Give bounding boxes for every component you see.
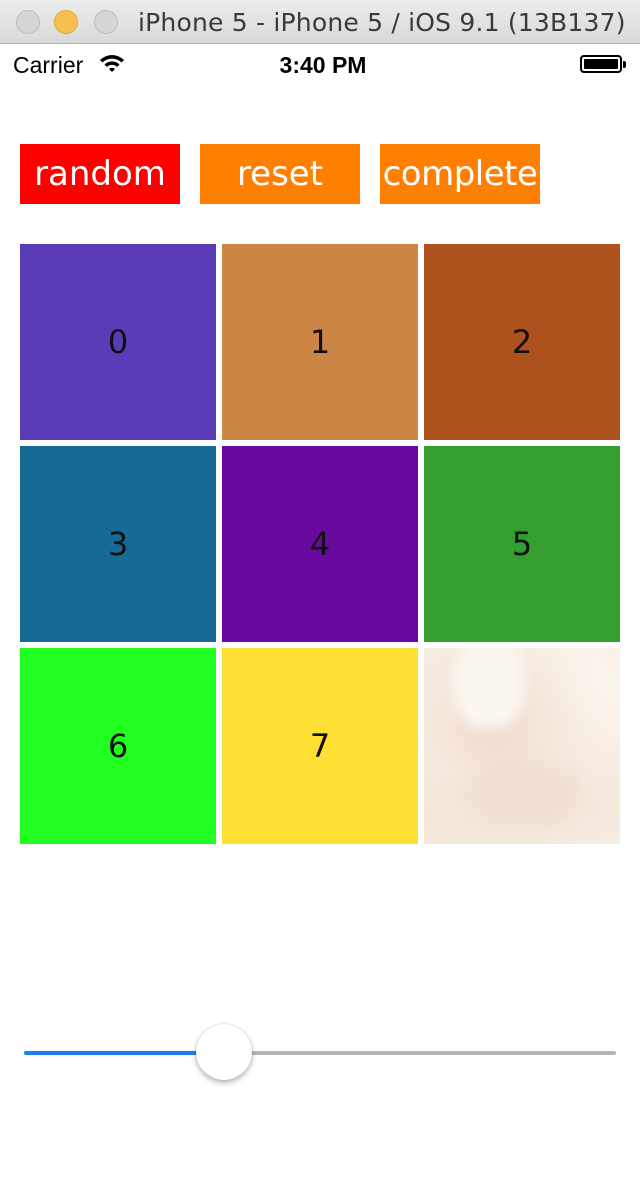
battery-icon bbox=[580, 55, 622, 73]
puzzle-empty-slot bbox=[424, 648, 620, 844]
puzzle-tile-3[interactable]: 3 bbox=[20, 446, 216, 642]
battery-level-fill bbox=[584, 59, 618, 69]
window-title-bar: iPhone 5 - iPhone 5 / iOS 9.1 (13B137) bbox=[0, 0, 640, 44]
complete-button[interactable]: complete bbox=[380, 144, 540, 204]
puzzle-grid: 0 1 2 3 4 5 6 7 bbox=[20, 244, 620, 844]
slider[interactable] bbox=[24, 1024, 616, 1082]
puzzle-tile-4[interactable]: 4 bbox=[222, 446, 418, 642]
window-zoom-button[interactable] bbox=[94, 10, 118, 34]
random-button[interactable]: random bbox=[20, 144, 180, 204]
puzzle-tile-1[interactable]: 1 bbox=[222, 244, 418, 440]
window-title: iPhone 5 - iPhone 5 / iOS 9.1 (13B137) bbox=[138, 8, 626, 37]
puzzle-tile-7[interactable]: 7 bbox=[222, 648, 418, 844]
empty-slot-image-blur bbox=[454, 648, 524, 728]
reset-button[interactable]: reset bbox=[200, 144, 360, 204]
slider-max-track bbox=[223, 1051, 616, 1055]
status-bar: Carrier 3:40 PM bbox=[0, 44, 640, 86]
battery-tip bbox=[623, 61, 626, 68]
empty-slot-image-shadow bbox=[464, 758, 584, 828]
puzzle-tile-6[interactable]: 6 bbox=[20, 648, 216, 844]
window-minimize-button[interactable] bbox=[54, 10, 78, 34]
puzzle-tile-0[interactable]: 0 bbox=[20, 244, 216, 440]
slider-thumb[interactable] bbox=[195, 1024, 252, 1080]
puzzle-tile-5[interactable]: 5 bbox=[424, 446, 620, 642]
puzzle-tile-2[interactable]: 2 bbox=[424, 244, 620, 440]
window-close-button[interactable] bbox=[16, 10, 40, 34]
slider-min-track bbox=[24, 1051, 224, 1055]
status-time: 3:40 PM bbox=[279, 52, 367, 78]
